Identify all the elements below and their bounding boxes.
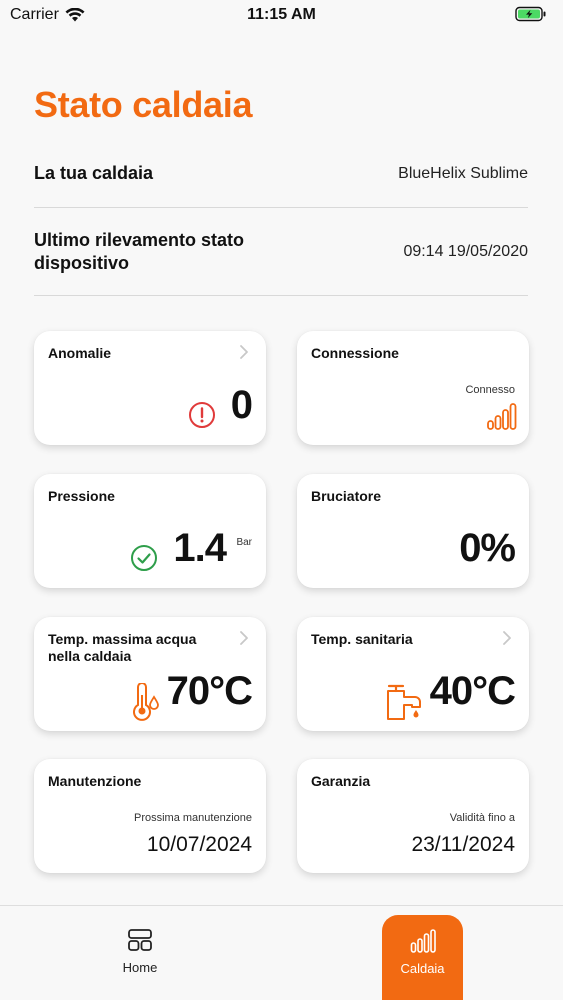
boiler-label: La tua caldaia	[34, 163, 154, 183]
boiler-value: BlueHelix Sublime	[398, 164, 528, 182]
last-check-value: 09:14 19/05/2020	[403, 242, 528, 260]
connessione-card: Connessione Connesso	[297, 331, 529, 445]
card-title: Pressione	[48, 488, 115, 504]
manutenzione-card: Manutenzione Prossima manutenzione 10/07…	[34, 759, 266, 873]
pressione-value: 1.4	[173, 526, 227, 570]
last-check-label: Ultimo rilevamento stato dispositivo	[34, 229, 245, 273]
pressione-card: Pressione 1.4 Bar	[34, 474, 266, 588]
signal-bars-icon	[487, 403, 517, 430]
page-title: Stato caldaia	[34, 84, 253, 125]
tab-bar: Home Caldaia	[0, 905, 563, 1000]
card-title: Connessione	[311, 345, 399, 361]
tab-caldaia-label: Caldaia	[400, 961, 445, 976]
card-title: Temp. massima acqua nella caldaia	[48, 631, 197, 664]
card-title: Bruciatore	[311, 488, 382, 504]
tab-caldaia[interactable]: Caldaia	[382, 915, 463, 1000]
warranty-label: Validità fino a	[449, 812, 515, 824]
thermometer-icon	[133, 683, 159, 721]
battery-icon	[515, 6, 547, 27]
chevron-right-icon	[240, 345, 248, 359]
boiler-model-row: La tua caldaia BlueHelix Sublime	[34, 140, 528, 208]
warranty-date: 23/11/2024	[411, 833, 515, 856]
anomalie-card[interactable]: Anomalie 0	[34, 331, 266, 445]
bruciatore-card: Bruciatore 0%	[297, 474, 529, 588]
pressione-unit: Bar	[236, 537, 252, 548]
card-title: Manutenzione	[48, 773, 142, 789]
anomalie-value: 0	[230, 383, 253, 427]
status-time: 11:15 AM	[247, 6, 316, 23]
status-bar: Carrier 11:15 AM	[0, 0, 563, 30]
faucet-icon	[387, 684, 421, 720]
chevron-right-icon	[240, 631, 248, 645]
bruciatore-value: 0%	[459, 526, 516, 570]
check-circle-icon	[131, 545, 157, 571]
last-check-row: Ultimo rilevamento stato dispositivo 09:…	[34, 208, 528, 296]
signal-bars-icon	[410, 929, 436, 953]
card-title: Temp. sanitaria	[311, 631, 413, 647]
temp-caldaia-card[interactable]: Temp. massima acqua nella caldaia 70°C	[34, 617, 266, 731]
maintenance-date: 10/07/2024	[146, 833, 252, 856]
tab-home-label: Home	[122, 960, 158, 975]
card-title: Garanzia	[311, 773, 371, 789]
alert-circle-icon	[189, 402, 215, 428]
connection-status: Connesso	[465, 384, 515, 396]
garanzia-card: Garanzia Validità fino a 23/11/2024	[297, 759, 529, 873]
tab-home[interactable]: Home	[100, 928, 180, 975]
chevron-right-icon	[503, 631, 511, 645]
temp-sanitaria-value: 40°C	[429, 669, 516, 713]
temp-sanitaria-card[interactable]: Temp. sanitaria 40°C	[297, 617, 529, 731]
temp-caldaia-value: 70°C	[166, 669, 253, 713]
maintenance-label: Prossima manutenzione	[133, 812, 252, 824]
dashboard-icon	[128, 929, 152, 951]
card-title: Anomalie	[48, 345, 112, 361]
